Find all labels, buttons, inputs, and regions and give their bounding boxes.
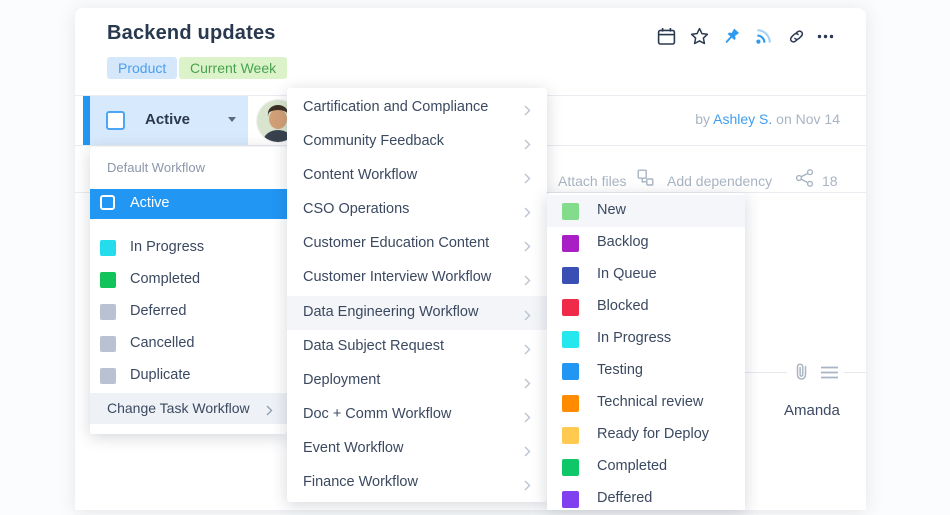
- change-task-workflow-button[interactable]: Change Task Workflow: [90, 393, 287, 424]
- workflow-panel-header: Default Workflow: [107, 160, 205, 175]
- chevron-right-icon: [524, 410, 531, 428]
- status-option-completed[interactable]: Completed: [90, 265, 287, 295]
- star-icon[interactable]: [690, 27, 709, 46]
- pin-icon[interactable]: [722, 27, 741, 46]
- status-color-swatch: [562, 427, 579, 444]
- chevron-right-icon: [524, 205, 531, 223]
- submenu-status-in-progress[interactable]: In Progress: [547, 323, 745, 355]
- divider-segment: [844, 372, 866, 373]
- status-color-swatch: [562, 267, 579, 284]
- chevron-right-icon: [524, 273, 531, 291]
- status-option-label: Completed: [130, 271, 200, 287]
- workflow-menu-item[interactable]: Cartification and Compliance: [287, 91, 547, 125]
- chevron-down-icon: [228, 117, 236, 122]
- workflow-list-menu: Cartification and Compliance Community F…: [287, 88, 547, 502]
- hamburger-icon[interactable]: [820, 366, 839, 379]
- status-color-swatch: [562, 491, 579, 508]
- divider-segment: [743, 372, 787, 373]
- status-option-active[interactable]: Active: [90, 189, 287, 219]
- status-option-label: Cancelled: [130, 335, 195, 351]
- workflow-menu-item[interactable]: Data Subject Request: [287, 330, 547, 364]
- submenu-status-in-queue[interactable]: In Queue: [547, 259, 745, 291]
- workflow-menu-item-highlighted[interactable]: Data Engineering Workflow: [287, 296, 547, 330]
- status-color-swatch: [100, 272, 116, 288]
- status-color-swatch: [562, 299, 579, 316]
- status-color-swatch: [562, 203, 579, 220]
- status-color-swatch: [562, 459, 579, 476]
- tag-product[interactable]: Product: [107, 57, 177, 79]
- workflow-menu-item[interactable]: Customer Education Content: [287, 227, 547, 261]
- workflow-menu-item[interactable]: Finance Workflow: [287, 466, 547, 500]
- author-link[interactable]: Ashley S.: [713, 111, 772, 127]
- submenu-status-testing[interactable]: Testing: [547, 355, 745, 387]
- paperclip-icon[interactable]: [794, 362, 809, 382]
- chevron-right-icon: [524, 103, 531, 121]
- comment-author: Amanda: [784, 402, 840, 419]
- chevron-right-icon: [524, 239, 531, 257]
- workflow-status-submenu: New Backlog In Queue Blocked In Progress…: [547, 193, 745, 510]
- chevron-right-icon: [266, 403, 273, 421]
- status-option-in-progress[interactable]: In Progress: [90, 233, 287, 263]
- chevron-right-icon: [524, 137, 531, 155]
- dependency-count[interactable]: 18: [822, 173, 838, 205]
- page: Backend updates Product Current Week Act…: [0, 0, 950, 510]
- submenu-status-deffered[interactable]: Deffered: [547, 483, 745, 515]
- status-color-swatch: [562, 363, 579, 380]
- page-title: Backend updates: [107, 22, 276, 45]
- dependency-icon: [637, 169, 655, 187]
- chevron-right-icon: [524, 308, 531, 326]
- submenu-status-completed[interactable]: Completed: [547, 451, 745, 483]
- submenu-status-blocked[interactable]: Blocked: [547, 291, 745, 323]
- chevron-right-icon: [524, 478, 531, 496]
- status-accent-stripe: [83, 96, 90, 145]
- calendar-icon[interactable]: [657, 27, 676, 46]
- submenu-status-ready-for-deploy[interactable]: Ready for Deploy: [547, 419, 745, 451]
- byline-prefix: by: [695, 111, 713, 127]
- status-checkbox[interactable]: [106, 111, 125, 130]
- status-color-swatch: [562, 331, 579, 348]
- more-icon[interactable]: [816, 27, 835, 46]
- workflow-menu-item[interactable]: Content Workflow: [287, 159, 547, 193]
- status-label: Active: [145, 111, 190, 128]
- chevron-right-icon: [524, 444, 531, 462]
- status-color-swatch: [562, 395, 579, 412]
- status-option-label: In Progress: [130, 239, 204, 255]
- change-workflow-label: Change Task Workflow: [107, 400, 250, 416]
- status-option-cancelled[interactable]: Cancelled: [90, 329, 287, 359]
- submenu-status-new[interactable]: New: [547, 195, 745, 227]
- chevron-right-icon: [524, 342, 531, 360]
- status-option-duplicate[interactable]: Duplicate: [90, 361, 287, 391]
- byline-suffix: on Nov 14: [772, 111, 840, 127]
- workflow-menu-item[interactable]: Event Workflow: [287, 432, 547, 466]
- rss-icon[interactable]: [754, 27, 773, 46]
- selected-checkbox[interactable]: [100, 195, 115, 210]
- workflow-menu-item[interactable]: Deployment: [287, 364, 547, 398]
- submenu-status-backlog[interactable]: Backlog: [547, 227, 745, 259]
- status-option-label: Active: [130, 195, 170, 211]
- chevron-right-icon: [524, 171, 531, 189]
- status-color-swatch: [100, 240, 116, 256]
- workflow-menu-item[interactable]: CSO Operations: [287, 193, 547, 227]
- share-count-icon: [795, 168, 815, 188]
- status-color-swatch: [100, 368, 116, 384]
- workflow-status-panel: Default Workflow Active In Progress Comp…: [90, 147, 287, 434]
- link-icon[interactable]: [787, 27, 806, 46]
- byline: by Ashley S. on Nov 14: [695, 111, 840, 127]
- workflow-menu-item[interactable]: Doc + Comm Workflow: [287, 398, 547, 432]
- status-color-swatch: [100, 304, 116, 320]
- status-dropdown[interactable]: Active: [83, 96, 248, 145]
- workflow-menu-item[interactable]: Customer Interview Workflow: [287, 261, 547, 295]
- status-option-label: Deferred: [130, 303, 186, 319]
- submenu-status-technical-review[interactable]: Technical review: [547, 387, 745, 419]
- status-option-label: Duplicate: [130, 367, 190, 383]
- status-option-deferred[interactable]: Deferred: [90, 297, 287, 327]
- status-color-swatch: [562, 235, 579, 252]
- workflow-menu-item[interactable]: Community Feedback: [287, 125, 547, 159]
- status-color-swatch: [100, 336, 116, 352]
- chevron-right-icon: [524, 376, 531, 394]
- tag-current-week[interactable]: Current Week: [179, 57, 287, 79]
